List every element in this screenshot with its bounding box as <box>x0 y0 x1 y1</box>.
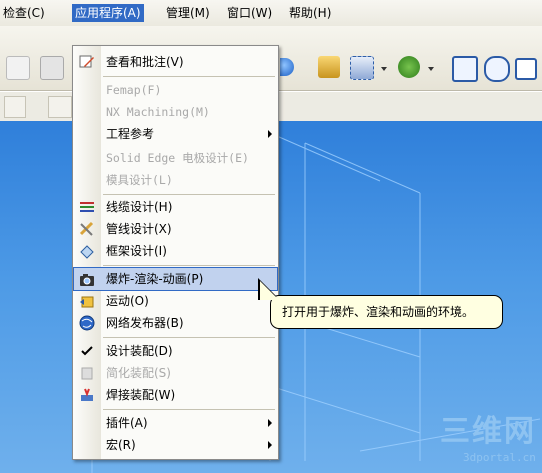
tooltip-text: 打开用于爆炸、渲染和动画的环境。 <box>282 305 475 319</box>
applications-dropdown: 查看和批注(V) Femap(F) NX Machining(M) 工程参考 S… <box>72 45 279 460</box>
menu-item-explode-render-animate[interactable]: 爆炸-渲染-动画(P) <box>73 267 278 291</box>
globe-icon <box>79 315 95 331</box>
zoom-area-icon[interactable] <box>452 56 478 82</box>
watermark-logo: 三维网 <box>440 414 536 449</box>
menu-item-piping-design[interactable]: 管线设计(X) <box>74 218 277 240</box>
menu-help[interactable]: 帮助(H) <box>286 4 334 22</box>
menu-separator <box>103 409 275 410</box>
menu-separator <box>103 194 275 195</box>
motion-icon <box>79 293 95 309</box>
menu-item-simplified-assembly: 简化装配(S) <box>74 362 277 384</box>
menu-item-addins[interactable]: 插件(A) <box>74 412 277 434</box>
menu-separator <box>103 76 275 77</box>
menu-separator <box>103 265 275 266</box>
menu-item-macro[interactable]: 宏(R) <box>74 434 277 456</box>
piping-icon <box>79 221 95 237</box>
dropdown-arrow-icon[interactable] <box>381 67 387 71</box>
menu-window[interactable]: 窗口(W) <box>224 4 275 22</box>
new-document-icon[interactable] <box>6 56 30 80</box>
submenu-arrow-icon <box>268 419 272 427</box>
weld-icon <box>79 387 95 403</box>
menu-item-motion[interactable]: 运动(O) <box>74 290 277 312</box>
menu-applications[interactable]: 应用程序(A) <box>72 4 144 22</box>
frame-icon <box>79 243 95 259</box>
annotate-icon <box>79 54 95 70</box>
open-document-icon[interactable] <box>40 56 64 80</box>
menu-item-frame-design[interactable]: 框架设计(I) <box>74 240 277 262</box>
watermark-url: 3dportal.cn <box>463 451 536 464</box>
menu-item-femap: Femap(F) <box>106 83 162 97</box>
dropdown-arrow-icon[interactable] <box>428 67 434 71</box>
select-region-icon[interactable] <box>350 56 374 80</box>
menu-item-electrode-design: Solid Edge 电极设计(E) <box>106 151 249 165</box>
menu-item-view-annotate[interactable]: 查看和批注(V) <box>74 51 277 73</box>
camera-icon <box>79 271 95 287</box>
submenu-arrow-icon <box>268 441 272 449</box>
assembly-icon[interactable] <box>318 56 340 78</box>
menu-item-web-publisher[interactable]: 网络发布器(B) <box>74 312 277 334</box>
menu-item-design-assembly[interactable]: 设计装配(D) <box>74 340 277 362</box>
toolbar-field[interactable] <box>4 96 26 118</box>
tooltip: 打开用于爆炸、渲染和动画的环境。 <box>270 295 503 329</box>
toolbar-field[interactable] <box>48 96 72 118</box>
menu-bar: 检查(C) 应用程序(A) 管理(M) 窗口(W) 帮助(H) <box>0 0 542 27</box>
rotate-view-icon[interactable] <box>398 56 420 78</box>
checkmark-icon <box>79 343 95 359</box>
simplify-icon <box>79 365 95 381</box>
menu-manage[interactable]: 管理(M) <box>163 4 213 22</box>
menu-item-engineering-reference[interactable]: 工程参考 <box>74 123 277 145</box>
menu-item-mold-design: 模具设计(L) <box>106 173 173 187</box>
wiring-icon <box>79 199 95 215</box>
menu-separator <box>103 337 275 338</box>
tooltip-pointer-fill <box>260 281 279 300</box>
menu-item-nx-machining: NX Machining(M) <box>106 105 210 119</box>
menu-inspect[interactable]: 检查(C) <box>0 4 48 22</box>
fit-view-icon[interactable] <box>515 58 537 80</box>
menu-item-wiring-design[interactable]: 线缆设计(H) <box>74 196 277 218</box>
menu-item-weld-assembly[interactable]: 焊接装配(W) <box>74 384 277 406</box>
zoom-in-icon[interactable] <box>484 56 510 82</box>
submenu-arrow-icon <box>268 130 272 138</box>
